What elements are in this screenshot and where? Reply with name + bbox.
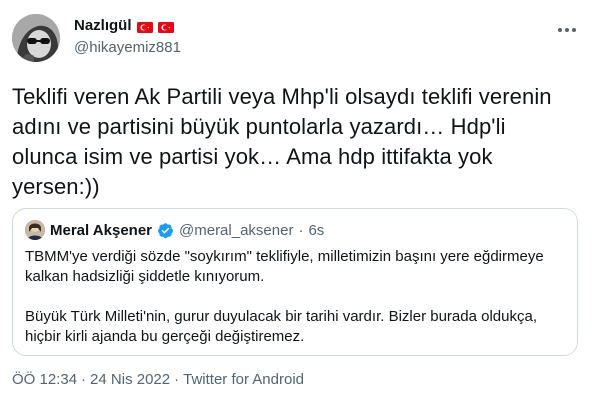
quoted-tweet-time[interactable]: 6s bbox=[308, 222, 324, 239]
quoted-tweet-header: Meral Akşener @meral_aksener · 6s bbox=[25, 220, 324, 240]
quoted-tweet-paragraph: TBMM'ye verdiği sözde "soykırım" teklifi… bbox=[25, 248, 544, 285]
turkey-flag-icon bbox=[136, 20, 153, 33]
meta-separator: · bbox=[174, 371, 180, 388]
quoted-tweet-paragraph: Büyük Türk Milleti'nin, gurur duyulacak … bbox=[25, 308, 537, 345]
author-name-line: Nazlıgül bbox=[74, 14, 174, 36]
quoted-separator: · bbox=[298, 221, 304, 239]
quoted-tweet-body: TBMM'ye verdiği sözde "soykırım" teklifi… bbox=[25, 247, 565, 347]
quoted-author-name[interactable]: Meral Akşener bbox=[50, 222, 152, 239]
author-display-name[interactable]: Nazlıgül bbox=[74, 17, 132, 34]
tweet-metadata: ÖÖ 12:34 · 24 Nis 2022 · Twitter for And… bbox=[12, 371, 304, 388]
tweet-date[interactable]: 24 Nis 2022 bbox=[90, 371, 170, 388]
verified-badge-icon bbox=[157, 222, 174, 239]
quoted-author-avatar[interactable] bbox=[25, 220, 45, 240]
more-options-button[interactable] bbox=[557, 20, 577, 40]
tweet-time[interactable]: ÖÖ 12:34 bbox=[12, 371, 77, 388]
author-avatar[interactable] bbox=[12, 14, 60, 62]
author-handle[interactable]: @hikayemiz881 bbox=[74, 39, 181, 56]
tweet-source-link[interactable]: Twitter for Android bbox=[183, 371, 304, 388]
more-horizontal-icon bbox=[558, 28, 576, 32]
tweet-text: Teklifi veren Ak Partili veya Mhp'li ols… bbox=[12, 84, 552, 199]
turkey-flag-icon bbox=[157, 20, 174, 33]
author-avatar-image bbox=[12, 14, 60, 62]
quoted-author-handle: @meral_aksener bbox=[179, 221, 294, 239]
meta-separator: · bbox=[81, 371, 87, 388]
quoted-tweet-card[interactable]: Meral Akşener @meral_aksener · 6s TBMM'y… bbox=[12, 208, 578, 356]
